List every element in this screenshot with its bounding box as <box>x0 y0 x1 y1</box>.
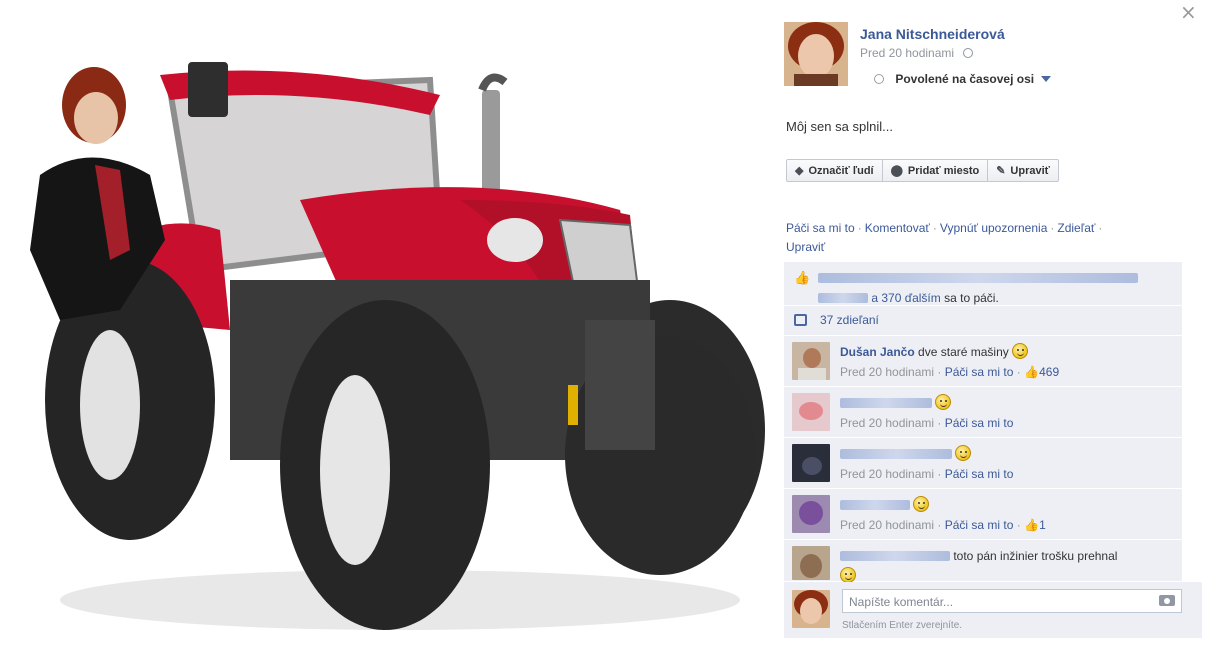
shares-summary[interactable]: 37 zdieľaní <box>784 306 1182 336</box>
post-caption: Môj sen sa splnil... <box>786 119 893 134</box>
comment-time[interactable]: Pred 20 hodinami <box>840 416 934 430</box>
pin-icon: ⬤ <box>890 165 903 177</box>
edit-link[interactable]: Upraviť <box>786 240 825 254</box>
comment-like-count[interactable]: 469 <box>1039 365 1059 379</box>
smiley-icon <box>955 445 972 461</box>
blurred-names[interactable] <box>818 273 1138 283</box>
separator: · <box>937 416 942 430</box>
comment-item: Dušan Jančo dve staré mašiny Pred 20 hod… <box>784 336 1182 387</box>
smiley-icon <box>913 496 930 512</box>
thumbs-up-icon: 👍 <box>1024 518 1040 532</box>
chevron-down-icon <box>1041 76 1052 82</box>
separator: · <box>1016 518 1021 532</box>
blurred-commenter-name[interactable] <box>840 449 952 459</box>
comment-body: Pred 20 hodinami · Páči sa mi to · 👍1 <box>840 495 1170 535</box>
post-time[interactable]: Pred 20 hodinami <box>860 46 954 60</box>
shares-count[interactable]: 37 zdieľaní <box>820 313 879 327</box>
edit-label: Upraviť <box>1010 165 1050 177</box>
camera-icon[interactable] <box>1159 595 1175 606</box>
add-location-button[interactable]: ⬤ Pridať miesto <box>883 160 989 181</box>
timeline-status-label: Povolené na časovej osi <box>895 72 1035 86</box>
separator: · <box>1016 365 1021 379</box>
comment-time[interactable]: Pred 20 hodinami <box>840 467 934 481</box>
blurred-commenter-name[interactable] <box>840 500 910 510</box>
comment-input[interactable]: Napíšte komentár... <box>842 589 1182 613</box>
blurred-commenter-name[interactable] <box>840 551 950 561</box>
share-link[interactable]: Zdieľať <box>1057 221 1095 235</box>
comment-item: Pred 20 hodinami · Páči sa mi to <box>784 387 1182 438</box>
globe-icon[interactable] <box>963 48 974 58</box>
separator: · <box>857 221 862 235</box>
separator: · <box>1050 221 1055 235</box>
commenter-avatar[interactable] <box>792 495 830 533</box>
post-actions: Páči sa mi to · Komentovať · Vypnúť upozorne… <box>786 219 1156 257</box>
radio-icon <box>874 74 884 84</box>
photo-action-buttons: ◆ Označiť ľudí ⬤ Pridať miesto ✎ Upraviť <box>786 159 1059 182</box>
commenter-avatar[interactable] <box>792 393 830 431</box>
comment-item: Pred 20 hodinami · Páči sa mi to <box>784 438 1182 489</box>
likes-summary: 👍 a 370 ďalším sa to páči. <box>784 262 1182 306</box>
like-link[interactable]: Páči sa mi to <box>786 221 855 235</box>
close-icon[interactable]: × <box>1180 0 1197 24</box>
comment-text: toto pán inžinier trošku prehnal <box>953 549 1118 563</box>
tag-people-label: Označiť ľudí <box>808 165 874 177</box>
comment-like-link[interactable]: Páči sa mi to <box>945 518 1014 532</box>
tag-icon: ◆ <box>795 165 804 177</box>
edit-button[interactable]: ✎ Upraviť <box>988 160 1058 181</box>
photo-viewer[interactable] <box>0 0 766 660</box>
feedback-panel: 👍 a 370 ďalším sa to páči. 37 zdieľaní D… <box>784 262 1182 583</box>
comment-body: Pred 20 hodinami · Páči sa mi to <box>840 444 1170 484</box>
blurred-name[interactable] <box>818 293 868 303</box>
comment-body: Dušan Jančo dve staré mašiny Pred 20 hod… <box>840 342 1170 382</box>
timeline-status-selector[interactable]: Povolené na časovej osi <box>874 72 1052 86</box>
viewer-avatar <box>792 590 830 628</box>
separator: · <box>932 221 937 235</box>
likes-text: a 370 ďalším sa to páči. <box>818 268 1168 308</box>
commenter-name[interactable]: Dušan Jančo <box>840 345 915 359</box>
smiley-icon <box>840 567 856 583</box>
add-location-label: Pridať miesto <box>907 165 980 177</box>
tractor-photo <box>30 62 765 630</box>
comment-text: dve staré mašiny <box>918 345 1009 359</box>
comment-item: Pred 20 hodinami · Páči sa mi to · 👍1 <box>784 489 1182 540</box>
tag-people-button[interactable]: ◆ Označiť ľudí <box>787 160 883 181</box>
post-meta: Pred 20 hodinami <box>860 46 974 60</box>
comment-time[interactable]: Pred 20 hodinami <box>840 518 934 532</box>
share-icon <box>794 314 807 326</box>
smiley-icon <box>1012 343 1029 359</box>
commenter-avatar[interactable] <box>792 342 830 380</box>
comment-body: Pred 20 hodinami · Páči sa mi to <box>840 393 1170 433</box>
comment-link[interactable]: Komentovať <box>865 221 930 235</box>
separator: · <box>1098 221 1103 235</box>
likes-suffix: sa to páči. <box>944 291 999 305</box>
pencil-icon: ✎ <box>996 165 1006 177</box>
comment-like-count[interactable]: 1 <box>1039 518 1046 532</box>
comment-input-placeholder: Napíšte komentár... <box>849 595 954 609</box>
comment-time[interactable]: Pred 20 hodinami <box>840 365 934 379</box>
thumbs-up-icon: 👍 <box>794 270 811 285</box>
smiley-icon <box>935 394 952 410</box>
author-avatar[interactable] <box>784 22 848 86</box>
author-name[interactable]: Jana Nitschneiderová <box>860 26 1005 42</box>
composer-hint: Stlačením Enter zverejníte. <box>842 620 963 631</box>
comment-body: toto pán inžinier trošku prehnal <box>840 546 1170 586</box>
comment-like-link[interactable]: Páči sa mi to <box>945 416 1014 430</box>
blurred-commenter-name[interactable] <box>840 398 932 408</box>
thumbs-up-icon: 👍 <box>1024 365 1040 379</box>
comment-item: toto pán inžinier trošku prehnal <box>784 540 1182 583</box>
comment-like-link[interactable]: Páči sa mi to <box>945 365 1014 379</box>
separator: · <box>937 518 942 532</box>
comment-like-link[interactable]: Páči sa mi to <box>945 467 1014 481</box>
separator: · <box>937 365 942 379</box>
separator: · <box>937 467 942 481</box>
comment-composer: Napíšte komentár... Stlačením Enter zver… <box>784 582 1202 638</box>
commenter-avatar[interactable] <box>792 444 830 482</box>
commenter-avatar[interactable] <box>792 546 830 580</box>
notifications-link[interactable]: Vypnúť upozornenia <box>940 221 1047 235</box>
likes-others-link[interactable]: a 370 ďalším <box>871 291 940 305</box>
